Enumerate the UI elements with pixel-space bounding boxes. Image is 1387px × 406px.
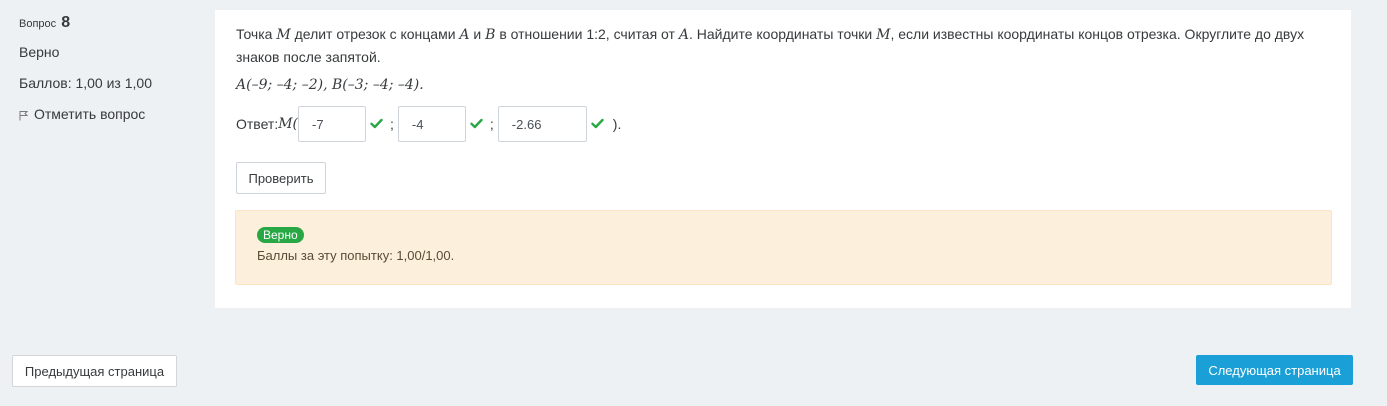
answer-y-input[interactable] bbox=[397, 106, 466, 142]
feedback-text: Баллы за эту попытку: 1,00/1,00. bbox=[257, 248, 455, 263]
answer-suffix: ). bbox=[612, 116, 622, 132]
check-button[interactable]: Проверить bbox=[236, 162, 326, 194]
feedback-box: Верно Баллы за эту попытку: 1,00/1,00. bbox=[235, 210, 1332, 285]
answer-row: Ответ: M( ; ; ). bbox=[236, 106, 621, 142]
question-info: Вопрос 8 Верно Баллов: 1,00 из 1,00 Отме… bbox=[19, 14, 199, 122]
answer-z-input[interactable] bbox=[497, 106, 587, 142]
correct-badge: Верно bbox=[257, 227, 304, 243]
next-page-button[interactable]: Следующая страница bbox=[1196, 355, 1353, 385]
flag-icon bbox=[19, 111, 28, 121]
check-icon bbox=[370, 116, 383, 132]
flag-question-link[interactable]: Отметить вопрос bbox=[19, 106, 199, 122]
answer-prefix: Ответ: bbox=[236, 116, 279, 132]
previous-page-button[interactable]: Предыдущая страница bbox=[12, 355, 177, 387]
endpoint-coordinates: A(–9; –4; –2), B(–3; –4; –4). bbox=[236, 77, 424, 93]
answer-separator: ; bbox=[489, 116, 494, 132]
question-content: Точка M делит отрезок с концами A и B в … bbox=[215, 10, 1351, 308]
answer-x-input[interactable] bbox=[298, 106, 367, 142]
question-state: Верно bbox=[19, 44, 60, 60]
question-number: Вопрос 8 bbox=[19, 14, 199, 32]
question-grade: Баллов: 1,00 из 1,00 bbox=[19, 75, 152, 91]
question-label: Вопрос bbox=[19, 18, 57, 30]
answer-point: M( bbox=[278, 116, 299, 132]
check-icon bbox=[470, 116, 483, 132]
answer-separator: ; bbox=[390, 116, 394, 132]
question-text: Точка M делит отрезок с концами A и B в … bbox=[236, 26, 1305, 65]
flag-question-label: Отметить вопрос bbox=[34, 106, 146, 122]
check-icon bbox=[591, 116, 604, 132]
question-number-value: 8 bbox=[61, 14, 71, 31]
